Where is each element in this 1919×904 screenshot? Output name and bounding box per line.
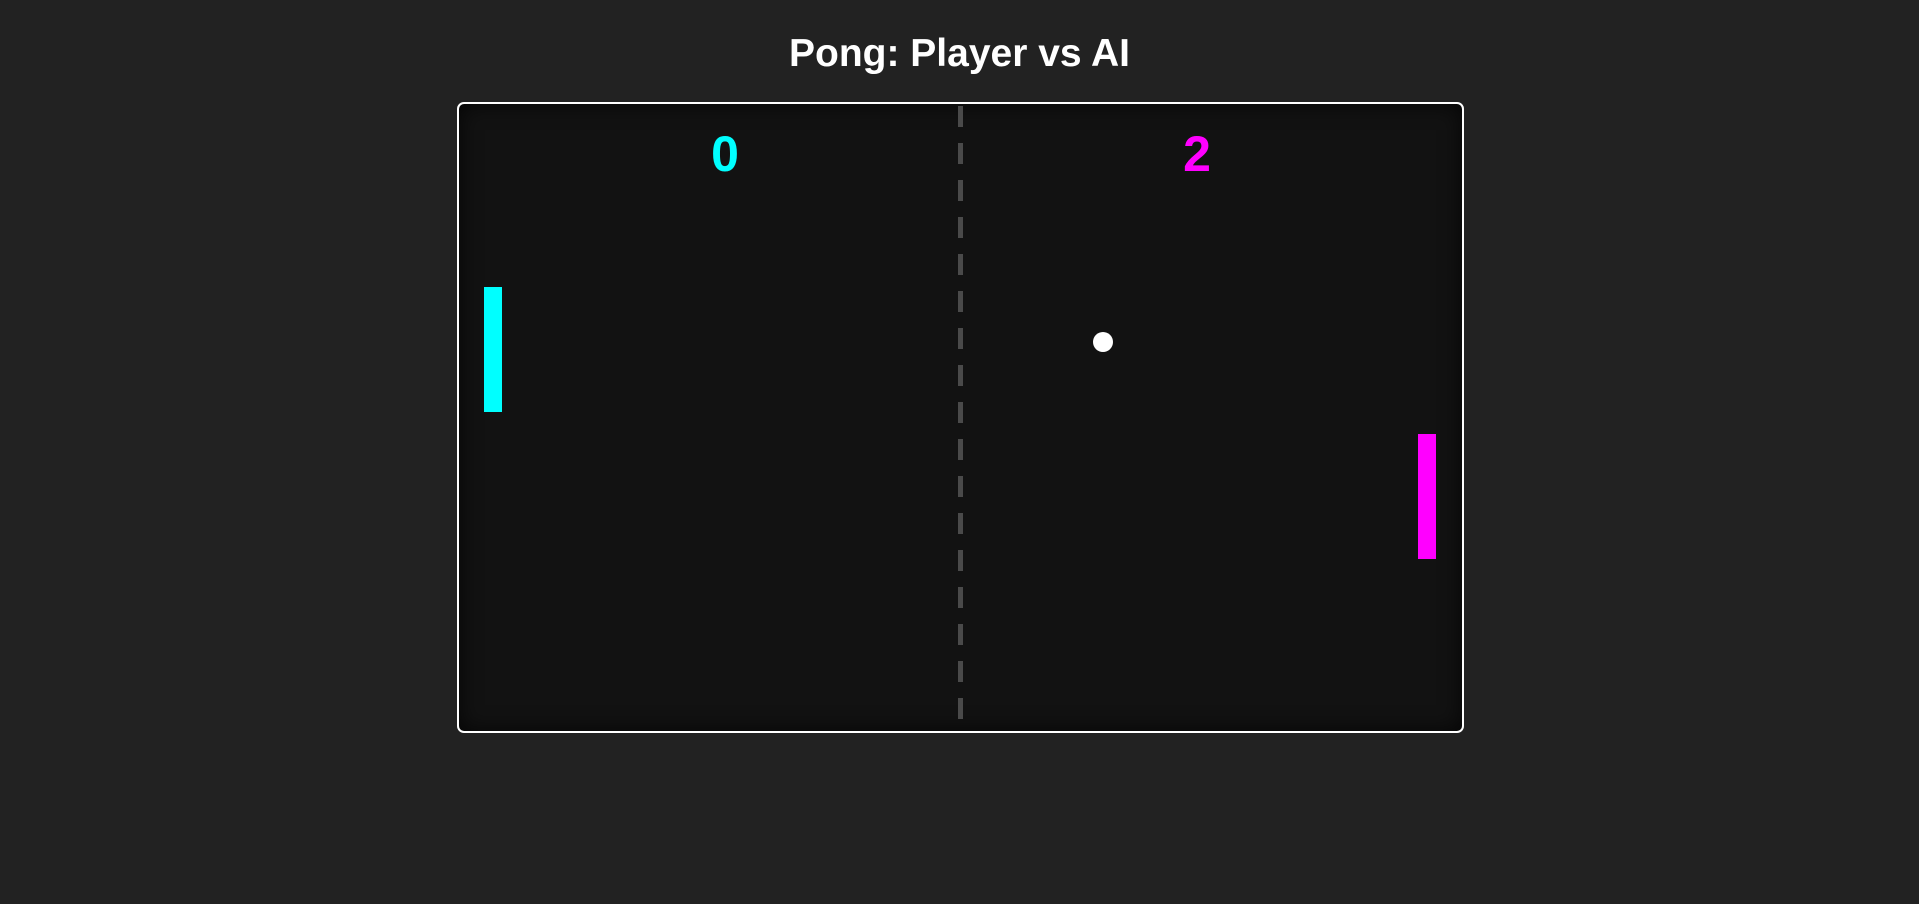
ball — [1093, 332, 1113, 352]
page: Pong: Player vs AI 0 2 — [0, 0, 1919, 904]
ai-paddle — [1418, 434, 1436, 559]
player-paddle[interactable] — [484, 287, 502, 412]
game-board[interactable]: 0 2 — [457, 102, 1464, 733]
page-title: Pong: Player vs AI — [788, 32, 1130, 75]
center-net — [958, 106, 963, 731]
ai-score: 2 — [1183, 126, 1211, 182]
player-score: 0 — [711, 126, 739, 182]
